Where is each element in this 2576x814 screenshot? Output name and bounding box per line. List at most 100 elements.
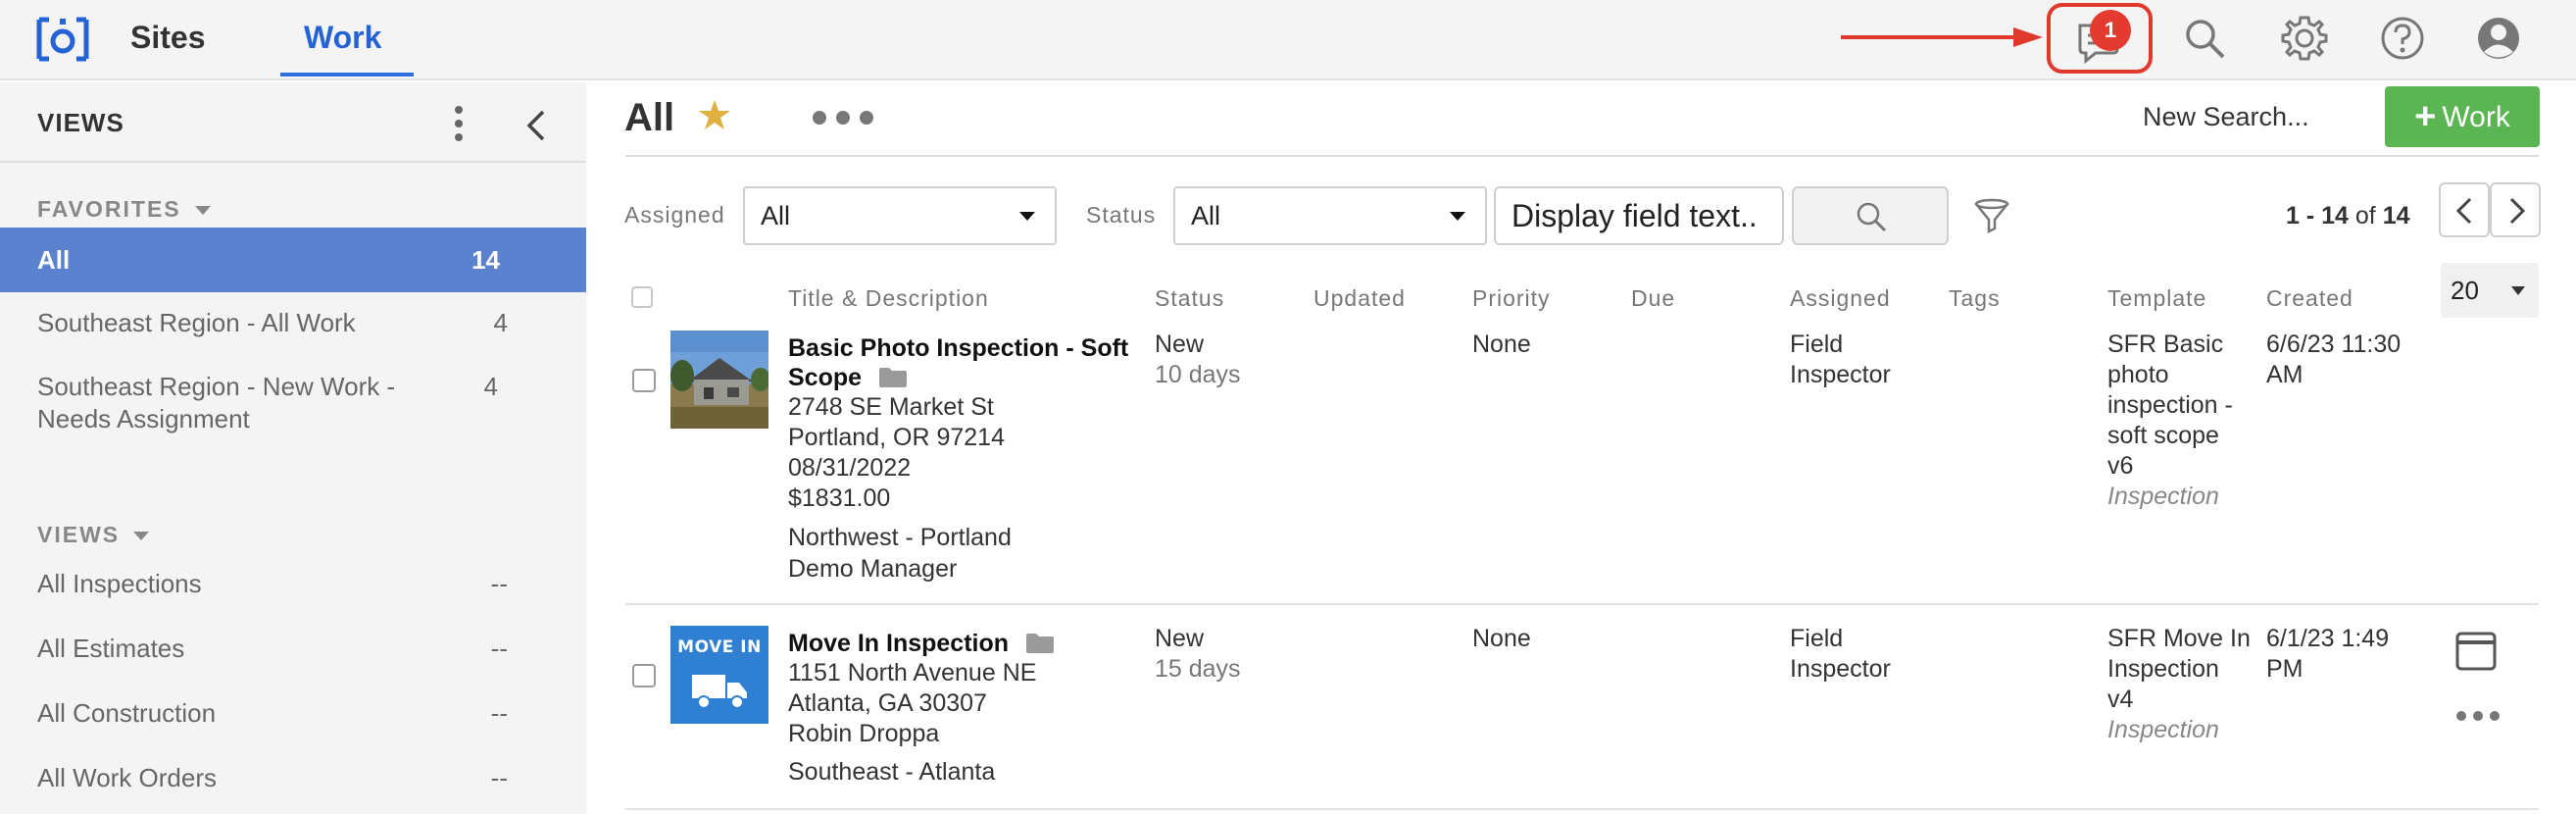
sidebar-item-all[interactable]: All 14 [0, 228, 586, 292]
work-item-title[interactable]: Basic Photo Inspection - Soft Scope [788, 333, 1128, 392]
new-search-link[interactable]: New Search... [2143, 102, 2309, 132]
sidebar-item-count: -- [490, 569, 508, 598]
folder-icon[interactable] [1025, 633, 1055, 654]
work-item-title[interactable]: Move In Inspection [788, 629, 1055, 658]
search-icon[interactable] [2180, 14, 2229, 63]
prev-page-button[interactable] [2439, 182, 2490, 237]
chevron-down-icon [2511, 286, 2525, 295]
window-icon[interactable] [2455, 632, 2497, 671]
logo-icon[interactable] [35, 16, 90, 63]
status-select-value: All [1191, 201, 1221, 230]
column-header-tags[interactable]: Tags [1949, 285, 2001, 312]
assigned-line1: Field [1790, 625, 1844, 652]
assigned-select-value: All [761, 201, 791, 230]
assigned-select[interactable]: All [743, 186, 1057, 245]
sidebar-item-label: All Work Orders [37, 763, 217, 792]
arrow-annotation [1841, 27, 2043, 47]
sidebar-item-label: All Estimates [37, 634, 185, 663]
template-type: Inspection [2107, 716, 2219, 743]
title-line2: Scope [788, 364, 863, 391]
sidebar-item-all-inspections[interactable]: All Inspections -- [0, 569, 586, 599]
template-cell: SFR Basic photo inspection - soft scope … [2107, 330, 2233, 512]
column-header-assigned[interactable]: Assigned [1790, 285, 1891, 312]
views-section[interactable]: VIEWS [37, 522, 150, 548]
sidebar-item-southeast-new-work[interactable]: Southeast Region - New Work - Needs Assi… [0, 371, 586, 435]
column-header-due[interactable]: Due [1631, 285, 1675, 312]
work-item-region: Northwest - Portland Demo Manager [788, 522, 1012, 585]
page-range: 1 - 14 [2286, 202, 2349, 229]
contact-name: Robin Droppa [788, 720, 940, 747]
search-icon [1857, 202, 1887, 232]
star-icon[interactable] [698, 98, 731, 131]
sidebar-item-all-estimates[interactable]: All Estimates -- [0, 634, 586, 664]
sidebar-item-southeast-all-work[interactable]: Southeast Region - All Work 4 [0, 308, 586, 338]
user-icon[interactable] [2474, 14, 2523, 63]
row-more-icon[interactable] [2454, 708, 2502, 724]
select-all-checkbox[interactable] [631, 286, 653, 308]
status-select[interactable]: All [1173, 186, 1487, 245]
filter-icon[interactable] [1972, 196, 2011, 235]
display-field-input[interactable]: Display field text.. [1494, 186, 1784, 245]
assigned-line2: Inspector [1790, 361, 1891, 388]
plus-icon: + [2414, 96, 2437, 137]
row-checkbox[interactable] [632, 369, 656, 392]
assigned-line2: Inspector [1790, 655, 1891, 683]
work-item-region: Southeast - Atlanta [788, 758, 996, 786]
created-line1: 6/1/23 1:49 [2266, 625, 2390, 652]
chevron-down-icon [133, 532, 150, 541]
template-line: Inspection [2107, 655, 2219, 683]
column-header-priority[interactable]: Priority [1472, 285, 1551, 312]
add-work-button[interactable]: + Work [2385, 86, 2540, 147]
top-bar: Sites Work 1 [0, 0, 2576, 80]
move-in-thumbnail[interactable]: MOVE IN [670, 626, 768, 724]
template-line: SFR Move In [2107, 625, 2251, 652]
per-page-select[interactable]: 20 [2441, 263, 2539, 318]
chevron-down-icon [194, 206, 211, 216]
created-cell: 6/1/23 1:49 PM [2266, 624, 2389, 685]
gear-icon[interactable] [2280, 14, 2329, 63]
sidebar-item-count: 14 [471, 245, 500, 275]
search-button[interactable] [1792, 186, 1949, 245]
collapse-sidebar-icon[interactable] [518, 106, 557, 145]
folder-icon[interactable] [878, 367, 908, 388]
created-cell: 6/6/23 11:30 AM [2266, 330, 2401, 390]
chevron-left-icon [2455, 197, 2472, 225]
column-header-title[interactable]: Title & Description [788, 285, 989, 312]
status-age: 15 days [1155, 655, 1241, 683]
address-line2: Atlanta, GA 30307 [788, 689, 987, 717]
manager-name: Demo Manager [788, 555, 958, 583]
add-work-label: Work [2442, 101, 2510, 133]
assigned-cell: Field Inspector [1790, 330, 1891, 390]
tab-work[interactable]: Work [304, 20, 381, 56]
status-filter-label: Status [1086, 202, 1157, 228]
template-type: Inspection [2107, 483, 2219, 510]
region-name: Northwest - Portland [788, 524, 1012, 551]
status-value: New [1155, 625, 1205, 652]
template-line: photo [2107, 361, 2169, 388]
help-icon[interactable] [2378, 14, 2427, 63]
per-page-value: 20 [2451, 276, 2479, 305]
row-checkbox[interactable] [632, 664, 656, 687]
status-age: 10 days [1155, 361, 1241, 388]
page-of: of [2354, 202, 2376, 229]
favorites-section[interactable]: FAVORITES [37, 196, 211, 223]
assigned-line1: Field [1790, 331, 1844, 358]
kebab-menu-icon[interactable] [447, 102, 471, 145]
chevron-right-icon [2509, 197, 2526, 225]
column-header-status[interactable]: Status [1155, 285, 1224, 312]
template-line: soft scope [2107, 422, 2219, 449]
column-header-template[interactable]: Template [2107, 285, 2206, 312]
tab-sites[interactable]: Sites [130, 20, 205, 56]
column-header-updated[interactable]: Updated [1313, 285, 1406, 312]
thumbnail-label: MOVE IN [677, 637, 762, 657]
sidebar-item-all-construction[interactable]: All Construction -- [0, 698, 586, 729]
more-options-icon[interactable] [810, 108, 876, 127]
created-line1: 6/6/23 11:30 [2266, 331, 2402, 358]
property-photo-thumbnail[interactable] [670, 331, 768, 429]
row-divider [625, 808, 2539, 810]
sidebar-item-all-work-orders[interactable]: All Work Orders -- [0, 763, 586, 793]
column-header-created[interactable]: Created [2266, 285, 2353, 312]
status-cell: New 15 days [1155, 624, 1241, 685]
next-page-button[interactable] [2490, 182, 2541, 237]
sidebar-item-count: -- [490, 763, 508, 792]
